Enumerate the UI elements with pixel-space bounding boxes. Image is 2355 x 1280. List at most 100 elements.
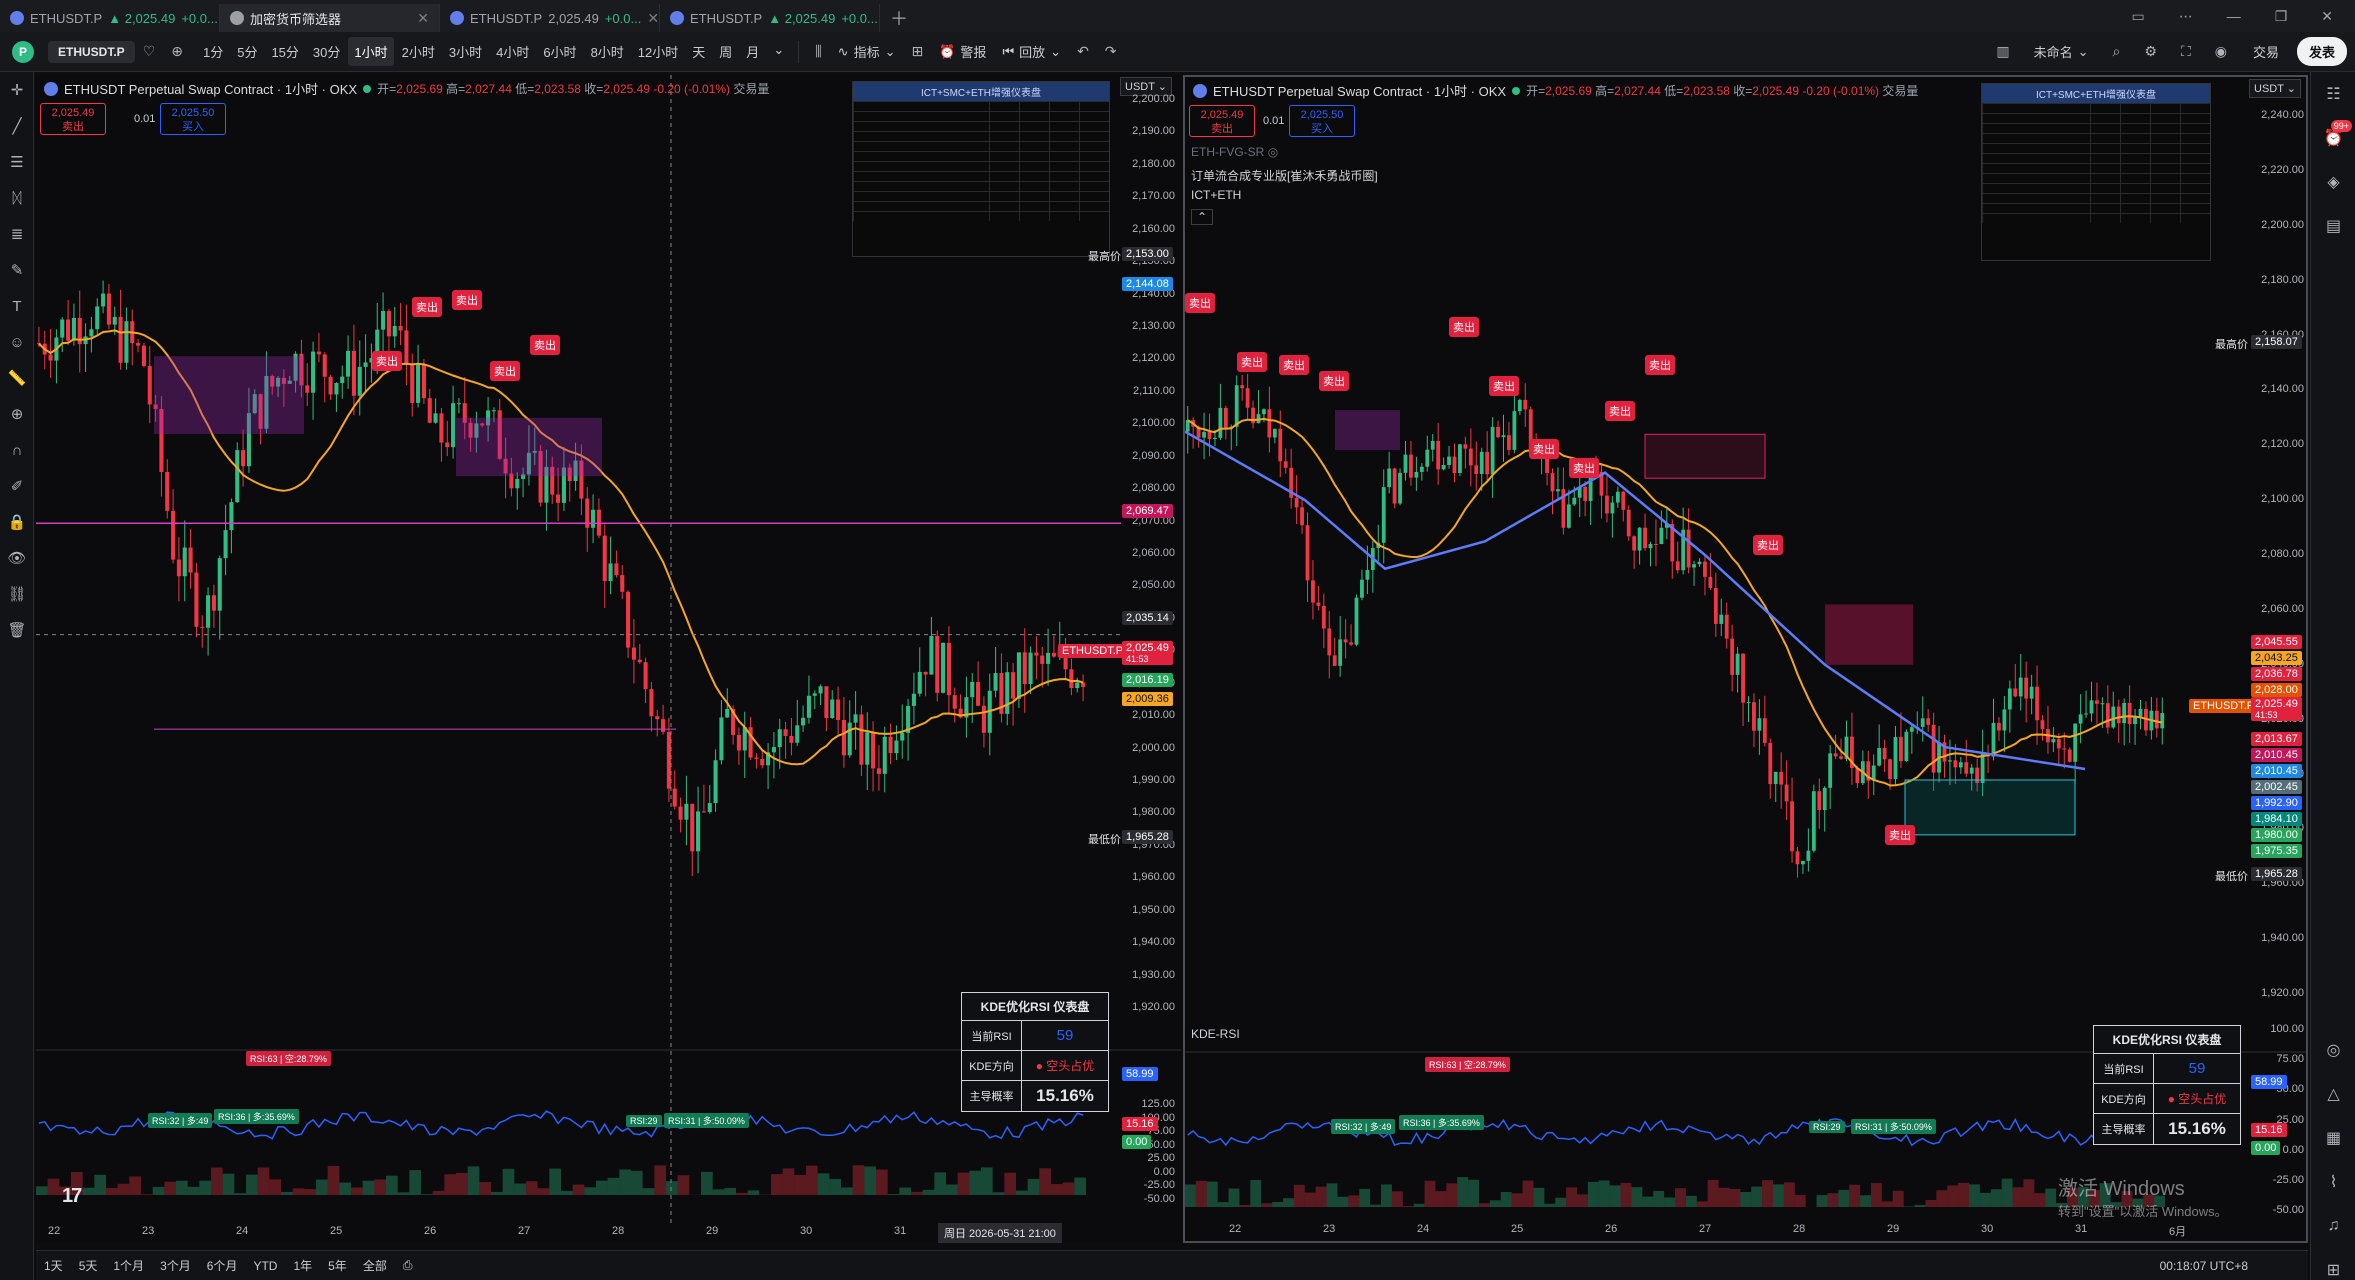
- interval-item[interactable]: 天: [686, 37, 711, 66]
- undo-icon[interactable]: ↶: [1077, 43, 1089, 60]
- time-axis[interactable]: 22 23 24 25 26 27 28 29 30 31 6月: [1185, 1223, 2250, 1241]
- candle-type-icon[interactable]: ⫼: [815, 43, 821, 60]
- zoom-icon[interactable]: ⊕: [0, 396, 34, 432]
- minimize-icon[interactable]: —: [2227, 8, 2241, 24]
- ruler-icon[interactable]: 📏: [0, 360, 34, 396]
- interval-item[interactable]: 2小时: [396, 37, 441, 66]
- replay-button[interactable]: ⏮ 回放 ⌄: [994, 38, 1069, 65]
- close-icon[interactable]: ✕: [417, 10, 429, 27]
- range-button[interactable]: 5年: [320, 1257, 355, 1274]
- range-button[interactable]: 1天: [36, 1257, 71, 1274]
- buy-button[interactable]: 2,025.50 买入: [1289, 105, 1355, 137]
- alerts-icon[interactable]: ⏰ 99+: [2311, 116, 2355, 160]
- clock[interactable]: 00:18:07 UTC+8: [2160, 1259, 2308, 1273]
- fullscreen-icon[interactable]: ⛶: [2181, 43, 2191, 60]
- indicators-button[interactable]: ∿ 指标 ⌄: [830, 38, 904, 65]
- time-axis-tick: 25: [330, 1225, 343, 1237]
- interval-item[interactable]: 15分: [265, 37, 304, 66]
- trash-icon[interactable]: 🗑: [0, 612, 34, 648]
- collapse-icon[interactable]: ⌃: [1191, 209, 1214, 225]
- screen-icon[interactable]: ▭: [2131, 8, 2144, 25]
- candle-body: [1272, 428, 1277, 438]
- more-icon[interactable]: ⋯: [2179, 8, 2193, 25]
- quantity[interactable]: 0.01: [134, 113, 155, 125]
- interval-item[interactable]: 1分: [197, 37, 229, 66]
- browser-tab[interactable]: ETHUSDT.P ▲ 2,025.49 +0.0... ✕: [0, 4, 220, 32]
- fib-icon[interactable]: ≣: [0, 216, 34, 252]
- chart-pane-right[interactable]: ETHUSDT Perpetual Swap Contract · 1小时 · …: [1183, 75, 2308, 1243]
- alert-button[interactable]: ⏰ 警报: [931, 38, 994, 65]
- quantity[interactable]: 0.01: [1263, 115, 1284, 127]
- range-button[interactable]: YTD: [245, 1259, 285, 1273]
- range-button[interactable]: 1年: [285, 1257, 320, 1274]
- new-tab-icon[interactable]: ＋: [880, 4, 918, 32]
- range-button[interactable]: 5天: [71, 1257, 106, 1274]
- quick-search-icon[interactable]: ⌕: [2113, 43, 2121, 60]
- ideas-icon[interactable]: △: [2311, 1072, 2355, 1116]
- watchlist-icon[interactable]: ☷: [2311, 72, 2355, 116]
- camera-icon[interactable]: ◉: [2215, 43, 2227, 60]
- maximize-icon[interactable]: ❐: [2275, 8, 2288, 25]
- sell-button[interactable]: 2,025.49 卖出: [40, 103, 106, 135]
- watch-icon[interactable]: ♡: [143, 43, 156, 60]
- range-button[interactable]: 1个月: [105, 1257, 152, 1274]
- interval-item[interactable]: 3小时: [443, 37, 488, 66]
- chart-pane-left[interactable]: ETHUSDT Perpetual Swap Contract · 1小时 · …: [36, 75, 1181, 1243]
- buy-button[interactable]: 2,025.50 买入: [160, 103, 226, 135]
- browser-tab[interactable]: ETHUSDT.P ▲ 2,025.49 +0.0... ✕: [660, 4, 880, 32]
- pattern-icon[interactable]: ᛞ: [0, 180, 34, 216]
- calendar-icon[interactable]: ▦: [2311, 1116, 2355, 1160]
- notification-bell-icon[interactable]: ♫: [2311, 1204, 2355, 1248]
- candle-body: [894, 740, 899, 754]
- layout-icon[interactable]: ▥: [1996, 43, 2009, 60]
- stay-drawing-icon[interactable]: ✐: [0, 468, 34, 504]
- apps-grid-icon[interactable]: ⊞: [2311, 1248, 2355, 1280]
- layout-name-button[interactable]: 未命名 ⌄: [2026, 38, 2097, 65]
- interval-item[interactable]: 30分: [307, 37, 346, 66]
- settings-icon[interactable]: ⚙: [2144, 43, 2157, 60]
- add-symbol-icon[interactable]: ⊕: [171, 43, 183, 60]
- eye-icon[interactable]: 👁: [0, 540, 34, 576]
- emoji-icon[interactable]: ☺: [0, 324, 34, 360]
- magnet-icon[interactable]: ∩: [0, 432, 34, 468]
- range-button[interactable]: 3个月: [152, 1257, 199, 1274]
- chevron-down-icon[interactable]: ⌄: [767, 37, 790, 66]
- sell-button[interactable]: 2,025.49 卖出: [1189, 105, 1255, 137]
- horizontal-lines-icon[interactable]: ☰: [0, 144, 34, 180]
- interval-item[interactable]: 8小时: [585, 37, 630, 66]
- redo-icon[interactable]: ↷: [1105, 43, 1117, 60]
- signal-icon[interactable]: ⌇: [2311, 1160, 2355, 1204]
- price-axis-tick: 1,920.00: [1132, 1001, 1175, 1013]
- interval-item[interactable]: 5分: [231, 37, 263, 66]
- goto-date-icon[interactable]: ⎙: [395, 1258, 421, 1273]
- publish-button[interactable]: 发表: [2296, 37, 2347, 66]
- price-axis-tick: 2,120.00: [1132, 352, 1175, 365]
- chat-icon[interactable]: ▤: [2311, 204, 2355, 248]
- target-icon[interactable]: ◎: [2311, 1028, 2355, 1072]
- range-button[interactable]: 6个月: [199, 1257, 246, 1274]
- trend-line-icon[interactable]: ╱: [0, 108, 34, 144]
- window-close-icon[interactable]: ✕: [2321, 8, 2333, 25]
- trade-button[interactable]: 交易: [2243, 37, 2289, 66]
- crosshair-icon[interactable]: ✛: [0, 72, 34, 108]
- interval-item[interactable]: 月: [740, 37, 765, 66]
- rsi-axis-tick: 0.00: [1153, 1165, 1175, 1178]
- link-icon[interactable]: ⛓: [0, 576, 34, 612]
- interval-item-active[interactable]: 1小时: [348, 37, 394, 66]
- browser-tab-active[interactable]: 加密货币筛选器 ✕: [220, 4, 440, 32]
- interval-item[interactable]: 12小时: [632, 37, 684, 66]
- range-button[interactable]: 全部: [355, 1257, 395, 1274]
- interval-item[interactable]: 6小时: [537, 37, 582, 66]
- profile-avatar[interactable]: P: [12, 40, 34, 63]
- lock-icon[interactable]: 🔒: [0, 504, 34, 540]
- interval-item[interactable]: 4小时: [490, 37, 535, 66]
- symbol-search[interactable]: ETHUSDT.P: [48, 40, 135, 63]
- interval-item[interactable]: 周: [713, 37, 738, 66]
- layers-icon[interactable]: ◈: [2311, 160, 2355, 204]
- text-icon[interactable]: T: [0, 288, 34, 324]
- brush-icon[interactable]: ✎: [0, 252, 34, 288]
- eye-off-icon[interactable]: ◎: [1268, 145, 1278, 159]
- templates-icon[interactable]: ⊞: [912, 43, 924, 60]
- close-icon[interactable]: ✕: [647, 10, 659, 27]
- browser-tab[interactable]: ETHUSDT.P 2,025.49 +0.0... ✕: [440, 4, 660, 32]
